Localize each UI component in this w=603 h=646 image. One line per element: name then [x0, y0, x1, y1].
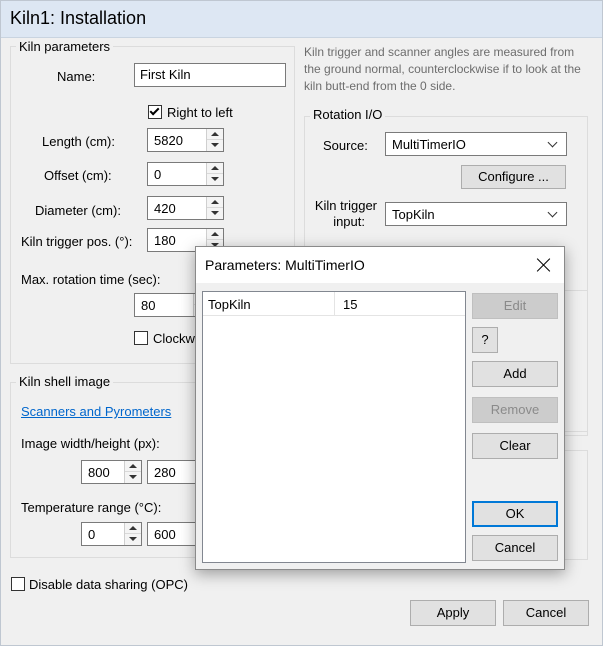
max-rotation-label: Max. rotation time (sec):	[21, 272, 161, 287]
window-title: Kiln1: Installation	[10, 8, 147, 28]
remove-button[interactable]: Remove	[472, 397, 558, 423]
right-to-left-checkbox[interactable]	[148, 105, 162, 119]
image-width-value: 800	[88, 465, 110, 480]
title-bar: Kiln1: Installation	[0, 0, 603, 38]
table-row[interactable]: TopKiln 15	[203, 292, 465, 316]
temp-min-spinner[interactable]: 0	[81, 522, 142, 546]
offset-value: 0	[154, 167, 162, 182]
length-spin-buttons[interactable]	[206, 129, 223, 151]
chevron-down-icon	[547, 137, 558, 148]
diameter-spin-buttons[interactable]	[206, 197, 223, 219]
disable-sharing-label: Disable data sharing (OPC)	[29, 577, 188, 592]
max-rotation-value: 80	[141, 298, 156, 313]
offset-label: Offset (cm):	[44, 168, 112, 183]
image-height-value: 280	[154, 465, 176, 480]
trigger-input-label-line1: Kiln trigger	[314, 198, 377, 213]
add-button[interactable]: Add	[472, 361, 558, 387]
close-icon[interactable]	[536, 257, 552, 273]
param-value-cell: 15	[343, 297, 358, 312]
temp-max-value: 600	[154, 527, 176, 542]
image-size-label: Image width/height (px):	[21, 436, 160, 451]
clockwise-checkbox[interactable]	[134, 331, 148, 345]
parameters-dialog: Parameters: MultiTimerIO TopKiln 15 Edit…	[195, 246, 565, 570]
right-to-left-label: Right to left	[167, 105, 233, 120]
dialog-title: Parameters: MultiTimerIO	[205, 257, 365, 273]
name-label: Name:	[57, 69, 96, 84]
image-width-spin-buttons[interactable]	[124, 461, 141, 483]
dialog-cancel-button[interactable]: Cancel	[472, 535, 558, 561]
diameter-label: Diameter (cm):	[35, 203, 121, 218]
trigger-input-label-line2: input:	[333, 214, 365, 229]
temp-min-spin-buttons[interactable]	[124, 523, 141, 545]
kiln-parameters-title: Kiln parameters	[16, 39, 114, 54]
rotation-io-title: Rotation I/O	[310, 107, 386, 122]
temp-min-value: 0	[88, 527, 96, 542]
scanners-pyrometers-link[interactable]: Scanners and Pyrometers	[21, 404, 171, 419]
apply-button[interactable]: Apply	[410, 600, 496, 626]
param-name-cell: TopKiln	[208, 297, 251, 312]
help-button[interactable]: ?	[472, 327, 498, 353]
diameter-value: 420	[154, 201, 176, 216]
offset-spinner[interactable]: 0	[147, 162, 224, 186]
source-select[interactable]: MultiTimerIO	[385, 132, 567, 156]
edit-button[interactable]: Edit	[472, 293, 558, 319]
temp-max-spinner[interactable]: 600	[147, 522, 197, 546]
configure-button[interactable]: Configure ...	[461, 165, 566, 189]
parameters-grid[interactable]: TopKiln 15	[202, 291, 466, 563]
trigger-input-select[interactable]: TopKiln	[385, 202, 567, 226]
trigger-pos-value: 180	[154, 233, 176, 248]
temperature-range-label: Temperature range (°C):	[21, 500, 162, 515]
cancel-button[interactable]: Cancel	[503, 600, 589, 626]
source-value: MultiTimerIO	[392, 137, 466, 152]
image-height-spinner[interactable]: 280	[147, 460, 197, 484]
offset-spin-buttons[interactable]	[206, 163, 223, 185]
trigger-input-value: TopKiln	[392, 207, 435, 222]
chevron-down-icon	[547, 207, 558, 218]
column-divider	[334, 292, 335, 316]
check-icon	[149, 105, 160, 116]
diameter-spinner[interactable]: 420	[147, 196, 224, 220]
clear-button[interactable]: Clear	[472, 433, 558, 459]
kiln-shell-image-title: Kiln shell image	[16, 374, 114, 389]
dialog-title-bar: Parameters: MultiTimerIO	[196, 247, 564, 283]
length-label: Length (cm):	[42, 134, 115, 149]
length-value: 5820	[154, 133, 183, 148]
ok-button[interactable]: OK	[472, 501, 558, 527]
length-spinner[interactable]: 5820	[147, 128, 224, 152]
name-field[interactable]: First Kiln	[134, 63, 286, 87]
angle-hint-text: Kiln trigger and scanner angles are meas…	[304, 45, 581, 93]
source-label: Source:	[323, 138, 368, 153]
trigger-pos-label: Kiln trigger pos. (°):	[21, 234, 133, 249]
image-width-spinner[interactable]: 800	[81, 460, 142, 484]
disable-sharing-checkbox[interactable]	[11, 577, 25, 591]
clockwise-label: Clockw	[153, 331, 195, 346]
